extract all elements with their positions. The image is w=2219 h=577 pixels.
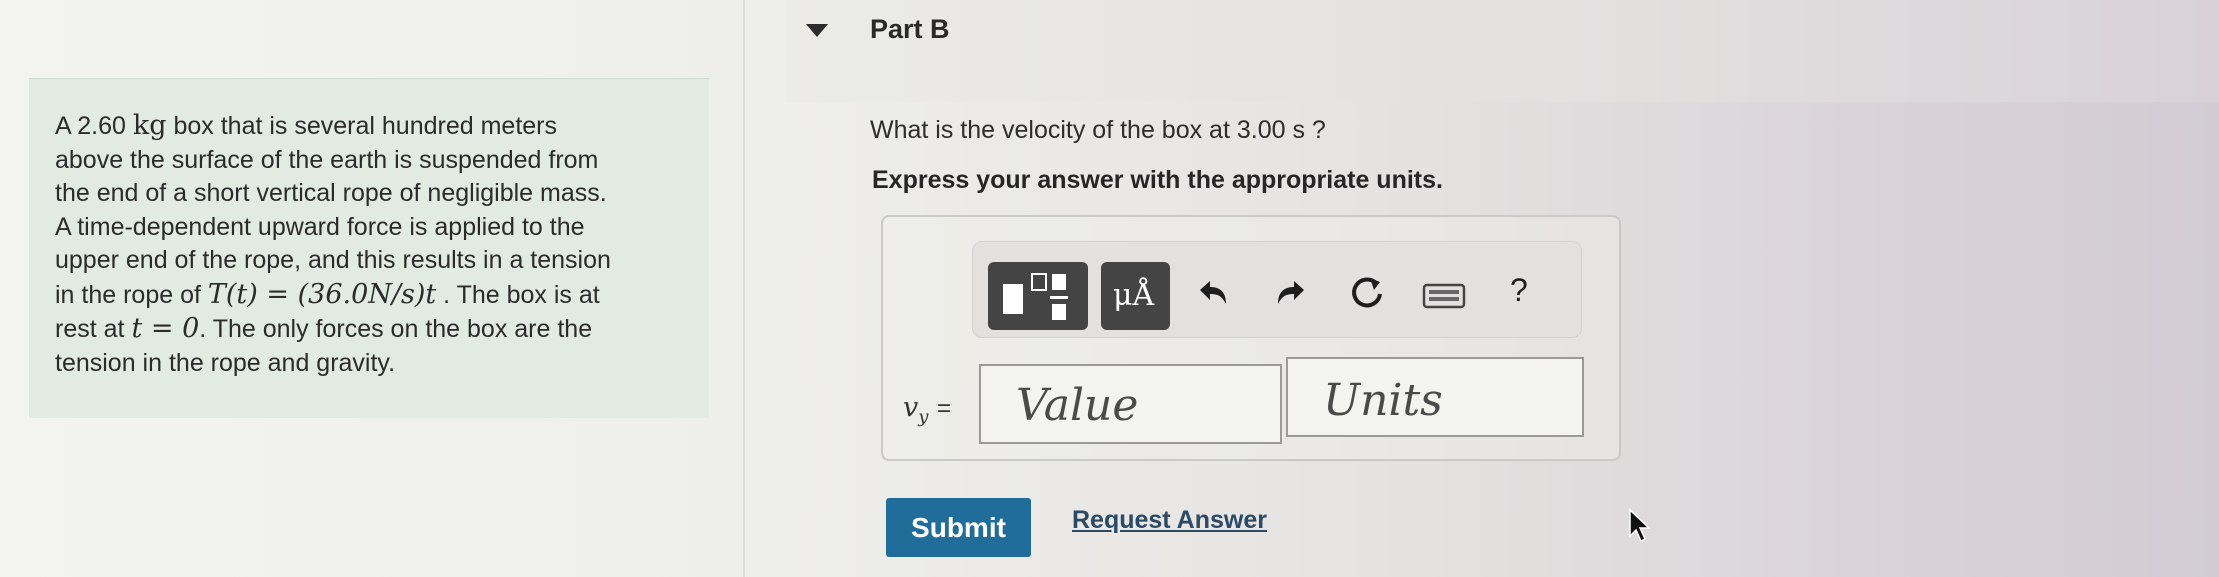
column-divider [743,0,745,577]
keyboard-icon[interactable] [1422,280,1466,318]
reset-icon[interactable] [1348,274,1386,319]
collapse-caret-icon[interactable] [806,24,828,37]
units-input[interactable]: Units [1286,357,1584,437]
request-answer-link[interactable]: Request Answer [1072,506,1267,535]
units-symbol: μÅ [1113,278,1155,313]
question-text: What is the velocity of the box at 3.00 … [870,116,1326,144]
mouse-cursor-icon [1628,508,1654,549]
units-placeholder: Units [1323,375,1443,426]
undo-icon[interactable] [1196,276,1230,317]
time-zero: t = 0 [131,313,200,344]
units-button[interactable]: μÅ [1101,262,1170,330]
value-input[interactable]: Value [979,364,1282,444]
problem-text: A 2.60 kg box that is several hundred me… [55,110,611,377]
redo-icon[interactable] [1274,276,1308,317]
help-button[interactable]: ? [1510,274,1528,306]
answer-variable-label: vy = [903,392,952,428]
templates-button[interactable] [988,262,1088,330]
part-header[interactable] [786,0,2219,102]
part-title: Part B [870,14,950,44]
templates-icon [1003,273,1068,320]
tension-formula: T(t) = (36.0N/s)t [207,278,437,310]
value-placeholder: Value [1016,380,1139,431]
instruction-text: Express your answer with the appropriate… [872,166,1443,194]
problem-statement: A 2.60 kg box that is several hundred me… [29,78,709,418]
submit-button[interactable]: Submit [886,498,1031,557]
